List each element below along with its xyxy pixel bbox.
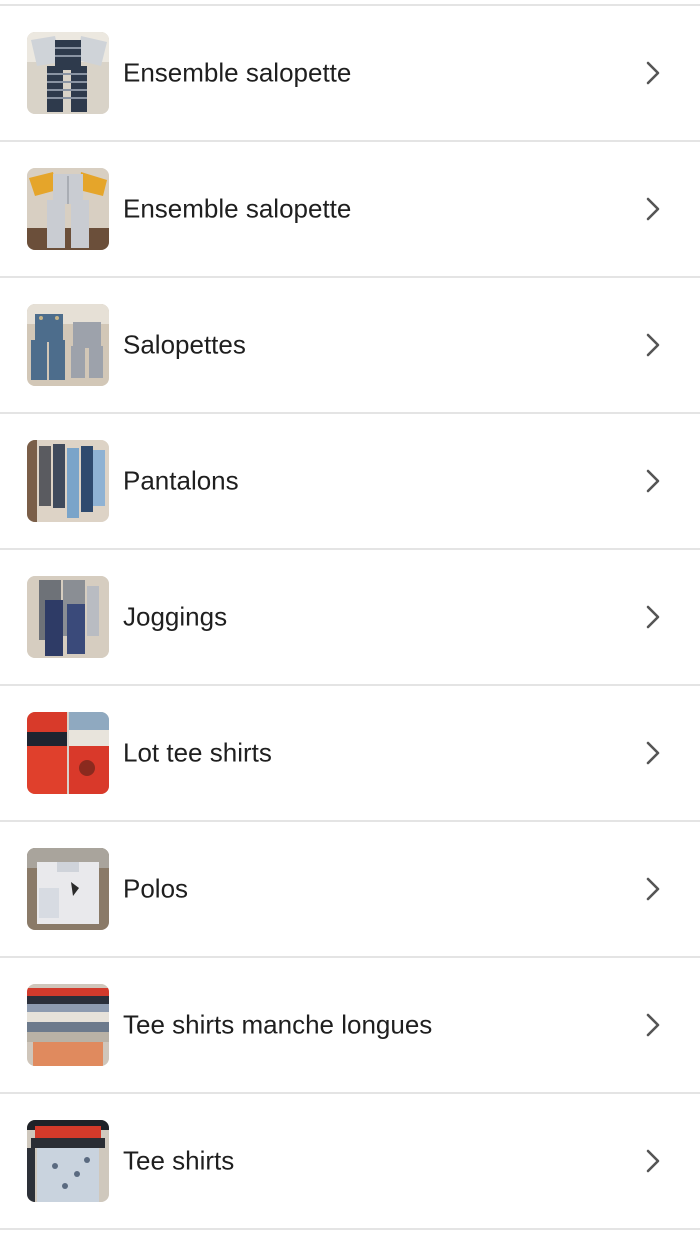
list-item-tee-shirts-manche-longues[interactable]: Tee shirts manche longues (0, 958, 700, 1094)
item-label: Joggings (123, 601, 228, 632)
list-item-polos[interactable]: Polos (0, 822, 700, 958)
thumbnail-image (27, 440, 109, 522)
chevron-right-icon (644, 468, 662, 494)
thumbnail-image (27, 304, 109, 386)
chevron-right-icon (644, 60, 662, 86)
item-label: Tee shirts (123, 1145, 235, 1176)
thumbnail-image (27, 168, 109, 250)
chevron-right-icon (644, 1148, 662, 1174)
list-item-lot-tee-shirts[interactable]: Lot tee shirts (0, 686, 700, 822)
chevron-right-icon (644, 876, 662, 902)
item-label: Salopettes (123, 329, 246, 360)
thumbnail-image (27, 712, 109, 794)
thumbnail-image (27, 984, 109, 1066)
chevron-right-icon (644, 1012, 662, 1038)
list-item-tee-shirts[interactable]: Tee shirts (0, 1094, 700, 1230)
list-item-joggings[interactable]: Joggings (0, 550, 700, 686)
chevron-right-icon (644, 196, 662, 222)
thumbnail-image (27, 32, 109, 114)
list-item-ensemble-salopette-2[interactable]: Ensemble salopette (0, 142, 700, 278)
thumbnail-image (27, 848, 109, 930)
thumbnail-image (27, 1120, 109, 1202)
chevron-right-icon (644, 332, 662, 358)
thumbnail-image (27, 576, 109, 658)
item-label: Tee shirts manche longues (123, 1009, 433, 1040)
list-item-pantalons[interactable]: Pantalons (0, 414, 700, 550)
list-item-salopettes[interactable]: Salopettes (0, 278, 700, 414)
item-label: Ensemble salopette (123, 193, 352, 224)
item-label: Polos (123, 873, 189, 904)
item-label: Pantalons (123, 465, 239, 496)
chevron-right-icon (644, 604, 662, 630)
chevron-right-icon (644, 740, 662, 766)
list-item-ensemble-salopette-1[interactable]: Ensemble salopette (0, 6, 700, 142)
item-label: Lot tee shirts (123, 737, 272, 768)
category-list: Ensemble salopette Ensemble salopette Sa… (0, 4, 700, 1230)
item-label: Ensemble salopette (123, 57, 352, 88)
